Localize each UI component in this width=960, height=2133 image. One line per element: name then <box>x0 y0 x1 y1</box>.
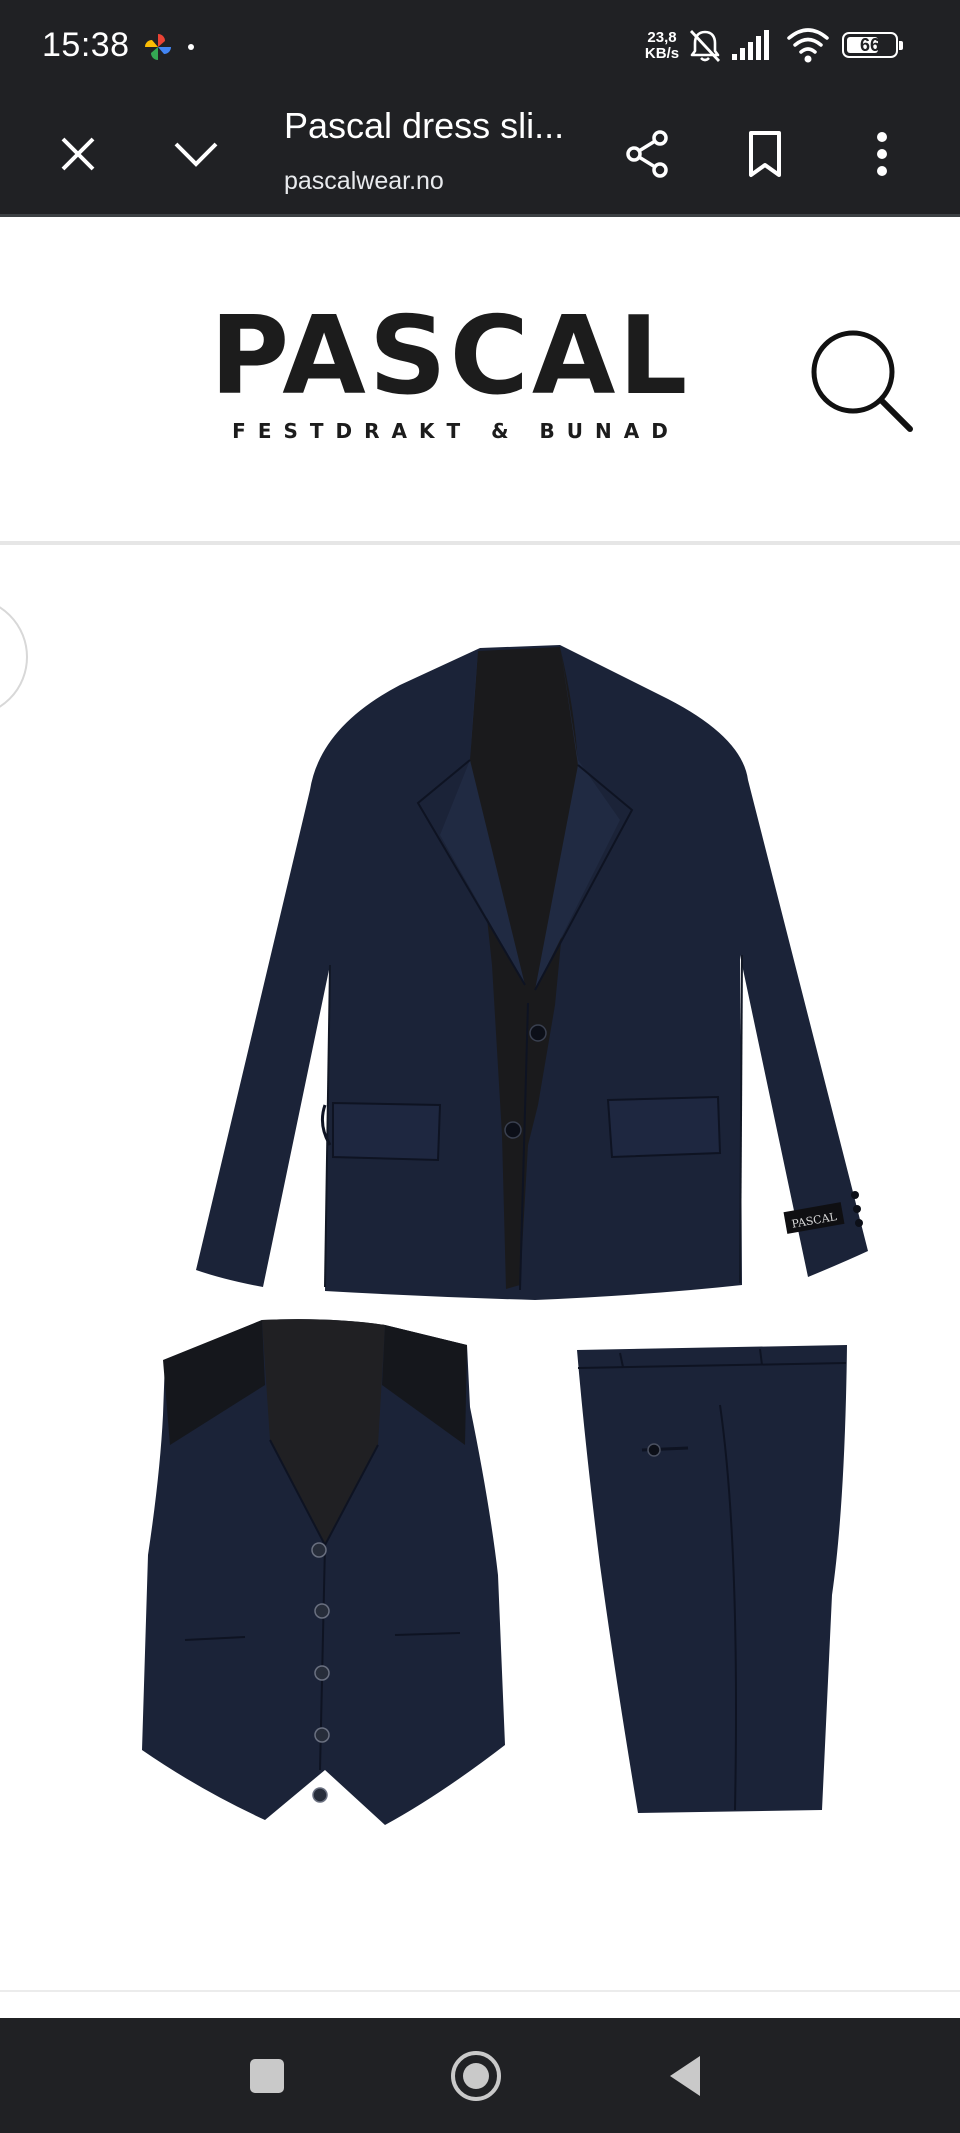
wifi-icon <box>787 28 829 63</box>
bookmark-button[interactable] <box>730 119 800 189</box>
page-title[interactable]: Pascal dress sli... <box>284 105 564 147</box>
battery-icon: 66 <box>842 32 903 58</box>
site-logo[interactable]: PASCAL FESTDRAKT & BUNAD <box>210 294 691 444</box>
vest-illustration <box>142 1319 505 1825</box>
bookmark-icon <box>749 131 781 177</box>
page-url[interactable]: pascalwear.no <box>284 167 444 196</box>
content-divider <box>0 1990 960 1992</box>
cell-signal-icon <box>732 30 769 60</box>
jacket-illustration: PASCAL <box>196 645 868 1300</box>
bell-off-icon <box>689 30 721 62</box>
network-speed: 23,8 KB/s <box>640 30 684 62</box>
more-vert-icon <box>877 132 887 176</box>
navigation-bar <box>0 2018 960 2133</box>
minimize-tab-button[interactable] <box>161 119 231 189</box>
home-button[interactable] <box>440 2040 512 2112</box>
back-icon <box>670 2056 700 2096</box>
google-photos-icon <box>145 34 171 60</box>
more-options-button[interactable] <box>847 119 917 189</box>
network-speed-value: 23,8 <box>647 29 677 46</box>
home-icon <box>451 2051 501 2101</box>
search-icon <box>811 330 913 432</box>
product-image: PASCAL <box>142 645 868 1825</box>
share-button[interactable] <box>612 119 682 189</box>
browser-toolbar: Pascal dress sli... pascalwear.no <box>0 95 960 217</box>
recents-icon <box>250 2059 284 2093</box>
chevron-down-icon <box>174 142 218 167</box>
close-tab-button[interactable] <box>43 119 113 189</box>
network-speed-unit: KB/s <box>644 45 680 62</box>
notification-dot <box>188 44 194 50</box>
back-button[interactable] <box>650 2040 722 2112</box>
status-bar: 15:38 23,8 KB/s 66 <box>0 0 960 95</box>
recents-button[interactable] <box>231 2040 303 2112</box>
status-time: 15:38 <box>42 26 130 64</box>
trousers-illustration <box>577 1345 847 1813</box>
share-icon <box>626 130 668 178</box>
search-button[interactable] <box>800 322 920 442</box>
logo-tagline: FESTDRAKT & BUNAD <box>232 419 680 443</box>
site-header: PASCAL FESTDRAKT & BUNAD <box>0 217 960 547</box>
logo-wordmark: PASCAL <box>210 294 691 419</box>
close-icon <box>61 137 95 171</box>
product-image-carousel[interactable]: PASCAL <box>0 545 960 1990</box>
battery-level: 66 <box>859 35 881 55</box>
